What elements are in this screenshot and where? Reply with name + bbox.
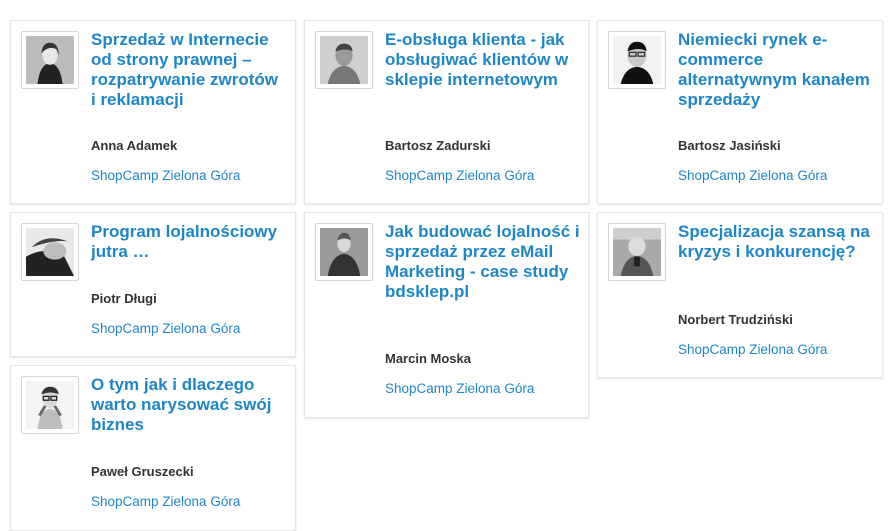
- talk-card[interactable]: O tym jak i dlaczego warto narysować swó…: [10, 365, 296, 531]
- talk-card[interactable]: Jak budować lojalność i sprzedaż przez e…: [304, 212, 589, 418]
- talk-title[interactable]: Niemiecki rynek e-commerce alternatywnym…: [678, 30, 874, 110]
- event-link[interactable]: ShopCamp Zielona Góra: [91, 321, 240, 336]
- event-link[interactable]: ShopCamp Zielona Góra: [91, 168, 240, 183]
- talk-card[interactable]: Sprzedaż w Internecie od strony prawnej …: [10, 20, 296, 204]
- speaker-name: Norbert Trudziński: [678, 312, 793, 327]
- speaker-name: Anna Adamek: [91, 138, 178, 153]
- talk-title[interactable]: Jak budować lojalność i sprzedaż przez e…: [385, 222, 580, 302]
- talk-card[interactable]: Specjalizacja szansą na kryzys i konkure…: [597, 212, 883, 378]
- speaker-avatar[interactable]: [315, 31, 373, 89]
- event-link[interactable]: ShopCamp Zielona Góra: [385, 381, 534, 396]
- speaker-avatar[interactable]: [608, 31, 666, 89]
- event-link[interactable]: ShopCamp Zielona Góra: [91, 494, 240, 509]
- speaker-avatar[interactable]: [315, 223, 373, 281]
- talk-title[interactable]: O tym jak i dlaczego warto narysować swó…: [91, 375, 287, 435]
- speaker-name: Paweł Gruszecki: [91, 464, 194, 479]
- talk-title[interactable]: Sprzedaż w Internecie od strony prawnej …: [91, 30, 287, 110]
- talk-title[interactable]: E-obsługa klienta - jak obsługiwać klien…: [385, 30, 580, 90]
- talk-card[interactable]: Program lojalnościowy jutra … Piotr Dług…: [10, 212, 296, 357]
- speaker-avatar[interactable]: [21, 31, 79, 89]
- talk-title[interactable]: Specjalizacja szansą na kryzys i konkure…: [678, 222, 874, 262]
- talk-card[interactable]: Niemiecki rynek e-commerce alternatywnym…: [597, 20, 883, 204]
- speaker-avatar[interactable]: [21, 223, 79, 281]
- speaker-avatar[interactable]: [608, 223, 666, 281]
- speaker-name: Bartosz Zadurski: [385, 138, 491, 153]
- talk-card[interactable]: E-obsługa klienta - jak obsługiwać klien…: [304, 20, 589, 204]
- speaker-name: Piotr Długi: [91, 291, 157, 306]
- talk-title[interactable]: Program lojalnościowy jutra …: [91, 222, 287, 262]
- speaker-name: Marcin Moska: [385, 351, 471, 366]
- event-link[interactable]: ShopCamp Zielona Góra: [678, 168, 827, 183]
- speaker-name: Bartosz Jasiński: [678, 138, 781, 153]
- event-link[interactable]: ShopCamp Zielona Góra: [678, 342, 827, 357]
- speaker-avatar[interactable]: [21, 376, 79, 434]
- event-link[interactable]: ShopCamp Zielona Góra: [385, 168, 534, 183]
